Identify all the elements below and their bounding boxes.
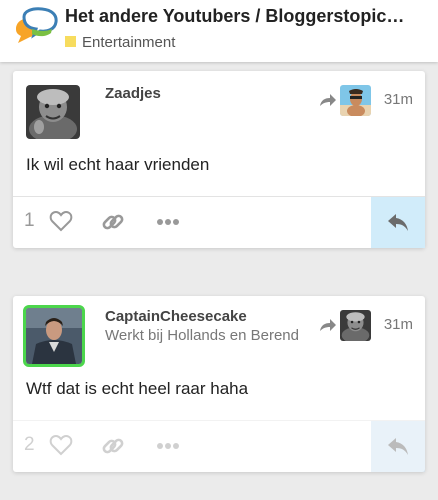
- post-card: CaptainCheesecake Werkt bij Hollands en …: [13, 296, 425, 472]
- more-options-icon[interactable]: [157, 442, 179, 450]
- user-avatar[interactable]: [26, 85, 80, 139]
- reply-to-tab[interactable]: [319, 84, 371, 116]
- heart-icon[interactable]: [49, 434, 73, 456]
- like-count[interactable]: 1: [24, 210, 35, 232]
- topic-title[interactable]: Het andere Youtubers / Bloggerstopic ...: [65, 6, 405, 27]
- reply-to-avatar: [340, 309, 371, 341]
- more-options-icon[interactable]: [157, 218, 179, 226]
- post-username[interactable]: CaptainCheesecake: [105, 308, 247, 325]
- category-badge[interactable]: Entertainment: [65, 34, 175, 51]
- user-avatar[interactable]: [23, 305, 85, 367]
- post-actions: 1: [13, 196, 425, 248]
- link-icon[interactable]: [101, 210, 125, 234]
- share-arrow-icon: [320, 319, 336, 331]
- chat-bubbles-logo-icon[interactable]: [10, 7, 60, 49]
- category-color-square: [65, 36, 76, 47]
- reply-button[interactable]: [371, 421, 425, 472]
- post-card: Zaadjes 31m Ik wil echt haar vrienden 1: [13, 71, 425, 248]
- post-username[interactable]: Zaadjes: [105, 85, 161, 102]
- reply-arrow-icon: [388, 214, 408, 231]
- reply-button[interactable]: [371, 197, 425, 248]
- topic-header: Het andere Youtubers / Bloggerstopic ...…: [0, 0, 438, 62]
- link-icon[interactable]: [101, 434, 125, 458]
- reply-to-avatar: [340, 84, 371, 116]
- reply-arrow-icon: [388, 438, 408, 455]
- beach-person-avatar-icon: [340, 84, 371, 116]
- post-date[interactable]: 31m: [384, 316, 413, 333]
- heart-icon[interactable]: [49, 210, 73, 232]
- like-count[interactable]: 2: [24, 434, 35, 456]
- post-actions: 2: [13, 420, 425, 472]
- reply-to-tab[interactable]: [319, 309, 371, 341]
- post-content: Wtf dat is echt heel raar haha: [26, 379, 249, 398]
- post-date[interactable]: 31m: [384, 91, 413, 108]
- stone-statue-avatar-icon: [340, 309, 371, 341]
- post-content: Ik wil echt haar vrienden: [26, 155, 210, 174]
- stone-statue-avatar-icon: [26, 85, 80, 139]
- share-arrow-icon: [320, 94, 336, 106]
- user-title: Werkt bij Hollands en Berend: [105, 327, 299, 344]
- man-in-coat-avatar-icon: [26, 308, 82, 364]
- category-name: Entertainment: [82, 34, 176, 51]
